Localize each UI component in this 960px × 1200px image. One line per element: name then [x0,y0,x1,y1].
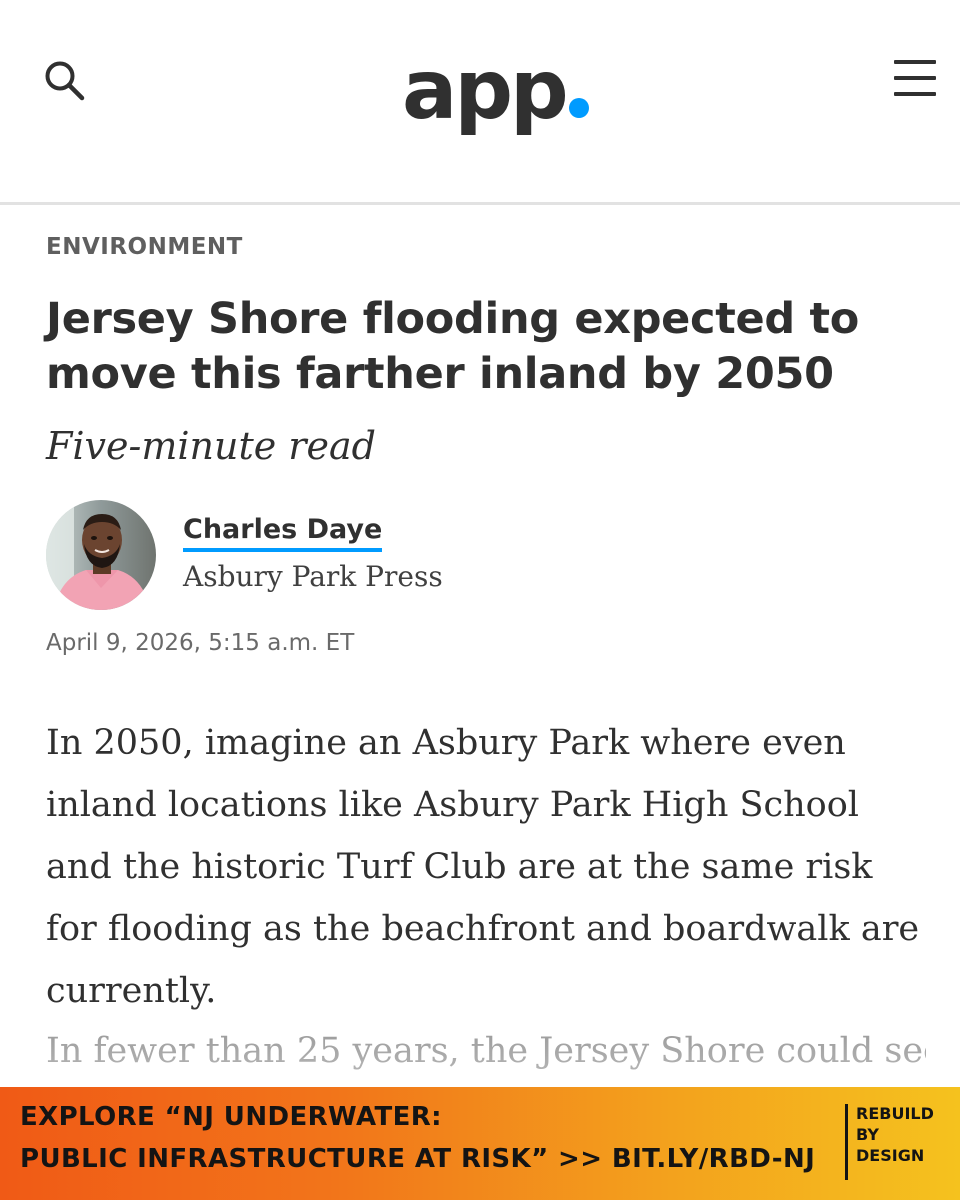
hamburger-menu-icon-bar [894,76,936,80]
author-organization: Asbury Park Press [183,560,443,593]
logo-dot [568,98,589,118]
promo-banner[interactable]: EXPLORE “NJ UNDERWATER: PUBLIC INFRASTRU… [0,1087,960,1200]
menu-button[interactable] [892,58,940,98]
site-logo[interactable]: app [402,22,589,132]
banner-logo-line: BY [856,1125,879,1144]
author-name-link[interactable]: Charles Daye [183,513,383,552]
banner-divider [845,1104,848,1180]
publish-date: April 9, 2026, 5:15 a.m. ET [46,630,355,656]
rebuild-by-design-logo: REBUILD BY DESIGN [856,1103,934,1166]
section-label[interactable]: ENVIRONMENT [46,234,243,260]
hamburger-menu-icon [894,60,936,64]
article-paragraph: In 2050, imagine an Asbury Park where ev… [46,723,920,1011]
banner-logo-line: DESIGN [856,1146,925,1165]
article-paragraph-faded: In fewer than 25 years, the Jersey Shore… [46,1031,926,1071]
headline: Jersey Shore flooding expected to move t… [46,294,860,399]
search-icon [45,61,85,101]
avatar-icon [46,500,156,610]
author-avatar[interactable] [46,500,156,610]
logo-text: app [402,43,569,138]
site-header: app [0,0,960,205]
hamburger-menu-icon-bar [894,92,936,96]
banner-headline-line-2: PUBLIC INFRASTRUCTURE AT RISK” >> BIT.LY… [20,1144,816,1174]
read-time: Five-minute read [46,424,376,468]
banner-headline-line-1: EXPLORE “NJ UNDERWATER: [20,1102,442,1132]
search-button[interactable] [40,56,90,106]
banner-logo-line: REBUILD [856,1104,934,1123]
